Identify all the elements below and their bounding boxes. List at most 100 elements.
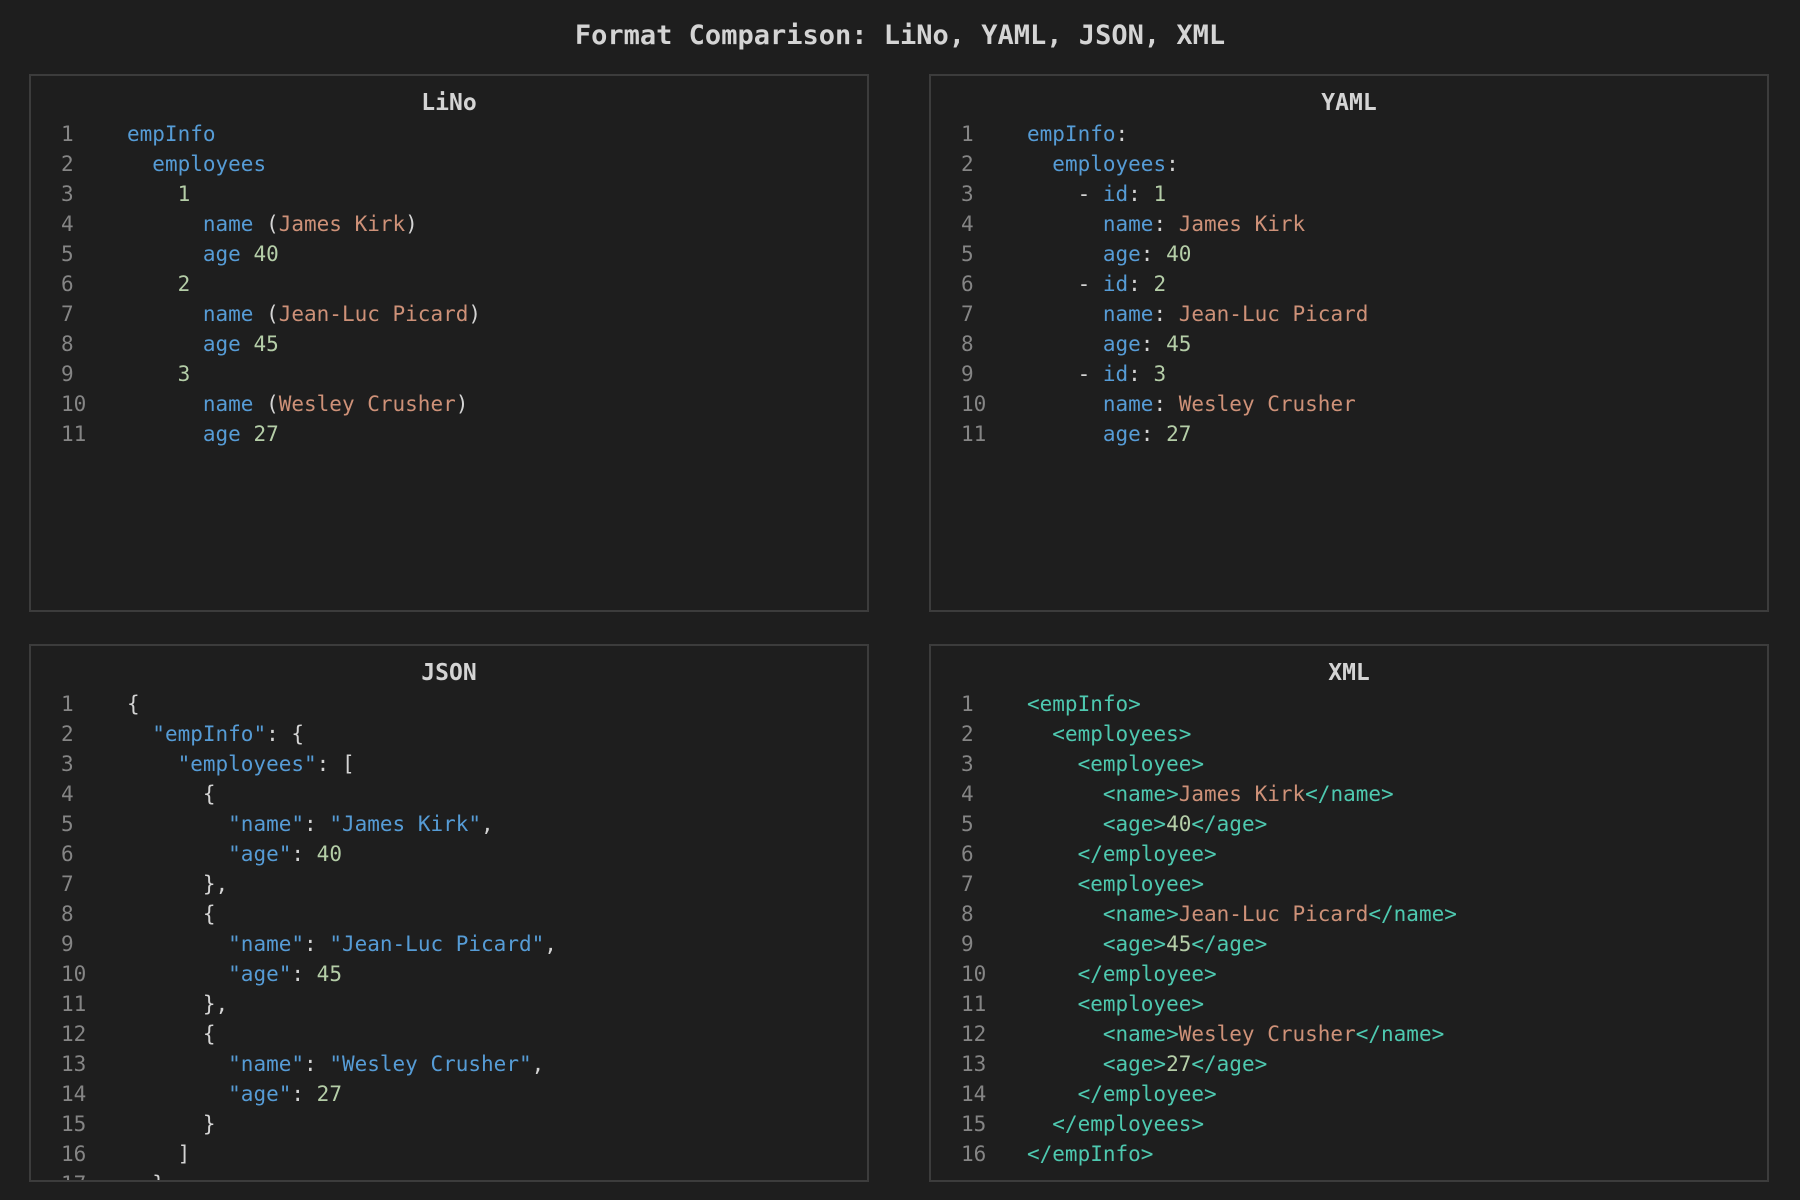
- line-number: 5: [61, 242, 74, 266]
- code-line: 1 empInfo: [31, 119, 867, 149]
- code-token: <empInfo>: [1027, 692, 1141, 716]
- code-line: 4 <name>James Kirk</name>: [931, 779, 1767, 809]
- code-token: ]: [177, 1142, 191, 1166]
- code-block: 1{2 "empInfo": {3 "employees": [4 {5 "na…: [31, 689, 867, 1180]
- code-text: {: [103, 689, 140, 719]
- code-token: :: [304, 932, 330, 956]
- code-token: age: [202, 332, 241, 356]
- line-number: 9: [61, 932, 74, 956]
- code-token: 3: [1153, 362, 1167, 386]
- line-number: 7: [961, 302, 974, 326]
- line-number: 11: [961, 992, 987, 1016]
- line-number: 5: [961, 242, 974, 266]
- code-token: "name": [228, 1052, 305, 1076]
- code-token: ): [405, 212, 418, 236]
- line-number: 4: [61, 212, 74, 236]
- code-token: :: [291, 962, 317, 986]
- code-token: Jean-Luc Picard: [1178, 902, 1369, 926]
- code-token: : [: [316, 752, 355, 776]
- code-line: 3 <employee>: [931, 749, 1767, 779]
- line-number: 12: [961, 1022, 987, 1046]
- line-number: 11: [61, 992, 87, 1016]
- code-token: id: [1102, 272, 1129, 296]
- code-token: 40: [253, 242, 279, 266]
- code-token: (: [253, 392, 279, 416]
- code-token: Wesley Crusher: [1178, 1022, 1356, 1046]
- code-token: :: [291, 1082, 317, 1106]
- code-line: 14 "age": 27: [31, 1079, 867, 1109]
- code-token: "empInfo": [152, 722, 267, 746]
- panel-title: LiNo: [421, 90, 477, 116]
- code-text: empInfo:: [1003, 119, 1128, 149]
- line-number: 6: [61, 842, 74, 866]
- panel-title: YAML: [1321, 90, 1377, 116]
- code-text: age: 27: [1003, 419, 1192, 449]
- code-token: 1: [177, 182, 191, 206]
- code-text: <employee>: [1003, 869, 1204, 899]
- code-token: name: [202, 392, 254, 416]
- code-token: employees: [1052, 152, 1167, 176]
- code-token: :: [1115, 122, 1129, 146]
- line-number: 3: [961, 752, 974, 776]
- code-token: </age>: [1191, 812, 1268, 836]
- line-number: 1: [61, 122, 74, 146]
- code-line: 12 {: [31, 1019, 867, 1049]
- code-token: name: [1102, 302, 1154, 326]
- code-text: <empInfo>: [1003, 689, 1141, 719]
- line-number: 12: [61, 1022, 87, 1046]
- code-token: (: [253, 302, 279, 326]
- code-token: "name": [228, 932, 305, 956]
- code-text: <age>45</age>: [1003, 929, 1267, 959]
- line-number: 16: [961, 1142, 987, 1166]
- code-line: 5 "name": "James Kirk",: [31, 809, 867, 839]
- code-text: employees: [103, 149, 266, 179]
- code-text: age: 40: [1003, 239, 1192, 269]
- code-token: 27: [253, 422, 279, 446]
- code-token: "employees": [177, 752, 317, 776]
- code-token: <name>: [1102, 902, 1179, 926]
- code-text: <name>Wesley Crusher</name>: [1003, 1019, 1444, 1049]
- line-number: 2: [61, 722, 74, 746]
- code-line: 8 age: 45: [931, 329, 1767, 359]
- code-text: name: Jean-Luc Picard: [1003, 299, 1369, 329]
- line-number: 15: [961, 1112, 987, 1136]
- code-token: <name>: [1102, 782, 1179, 806]
- code-token: {: [202, 782, 216, 806]
- code-line: 1 empInfo:: [931, 119, 1767, 149]
- code-line: 16 ]: [31, 1139, 867, 1169]
- code-token: "age": [228, 962, 292, 986]
- line-number: 5: [61, 812, 74, 836]
- line-number: 10: [961, 392, 987, 416]
- code-token: :: [1128, 182, 1154, 206]
- code-token: : {: [266, 722, 305, 746]
- line-number: 6: [61, 272, 74, 296]
- code-token: Jean-Luc Picard: [278, 302, 469, 326]
- panel-title: JSON: [421, 660, 477, 686]
- code-text: <name>James Kirk</name>: [1003, 779, 1394, 809]
- code-token: 27: [1166, 1052, 1192, 1076]
- code-text: </employee>: [1003, 959, 1217, 989]
- code-line: 6 "age": 40: [31, 839, 867, 869]
- line-number: 8: [61, 902, 74, 926]
- code-text: {: [103, 1019, 216, 1049]
- line-number: 10: [961, 962, 987, 986]
- line-number: 5: [961, 812, 974, 836]
- code-token: name: [1102, 212, 1154, 236]
